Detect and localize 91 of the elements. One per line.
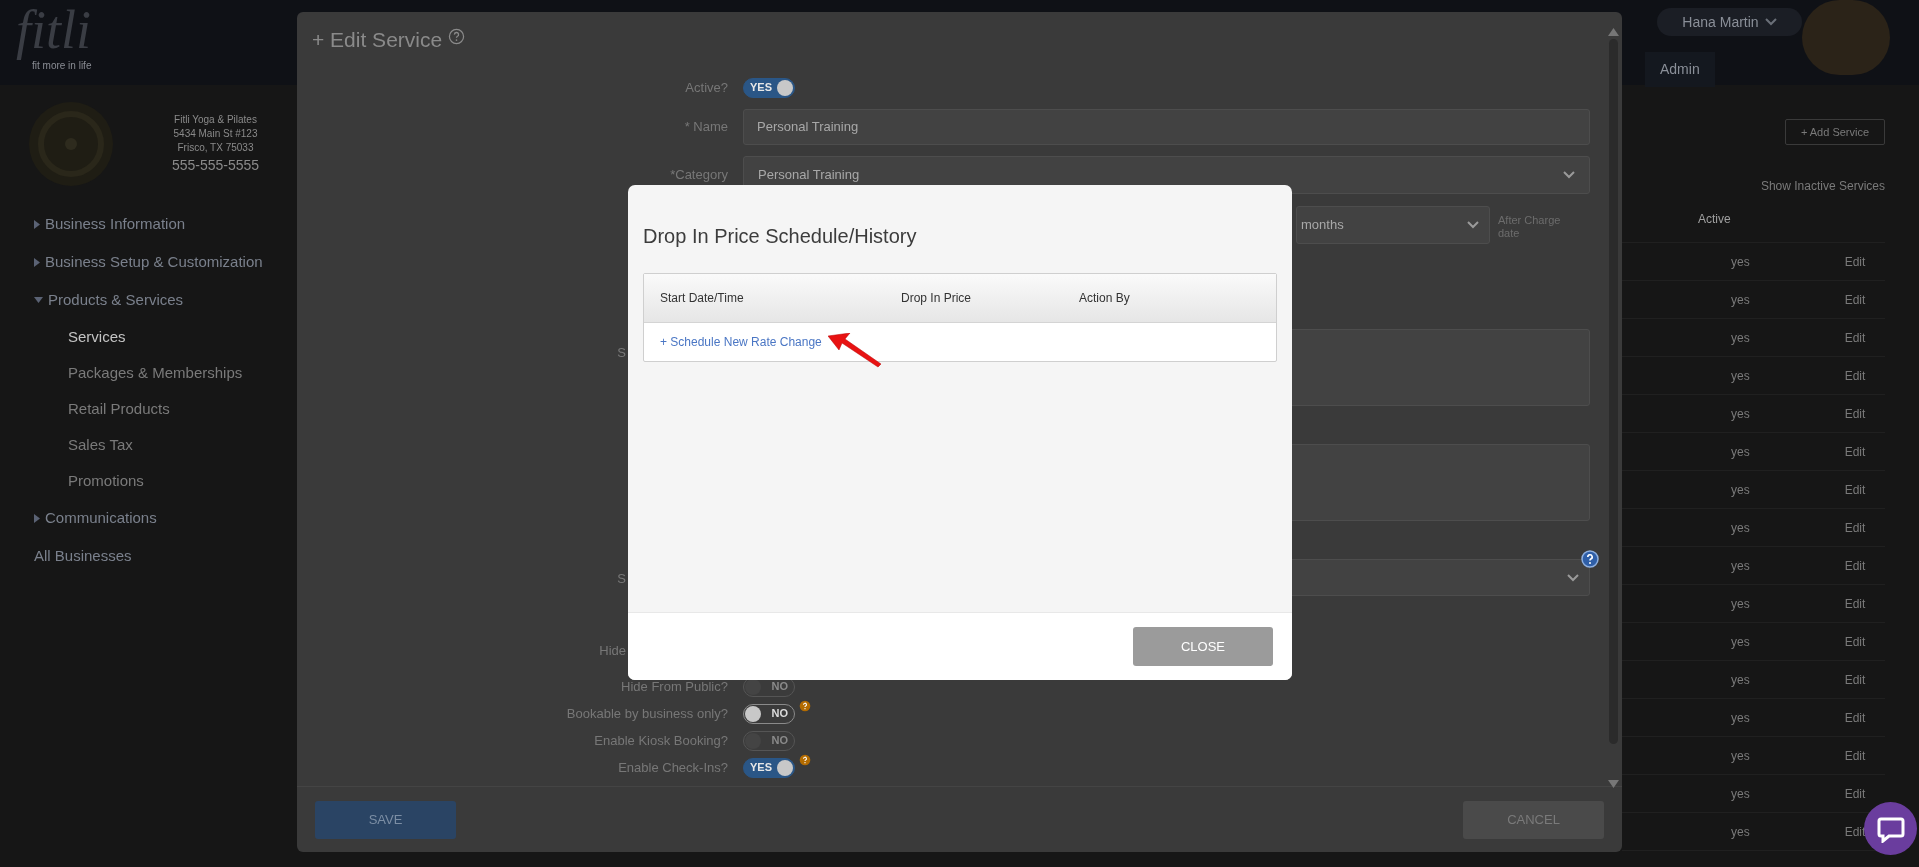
caret-right-icon [34,513,40,523]
schedule-rate-change-link[interactable]: + Schedule New Rate Change [660,333,822,351]
table-cell-text: yes [1731,785,1750,803]
edit-link[interactable]: Edit [1844,480,1866,499]
field-label: S [617,344,626,362]
field-label: Enable Kiosk Booking? [594,731,728,750]
dialog-title: + Edit Service [312,27,443,53]
table-cell-text: yes [1731,443,1750,461]
save-button[interactable]: SAVE [315,800,456,839]
table-cell-text: yes [1731,405,1750,423]
scrollbar[interactable] [1607,28,1620,788]
help-icon[interactable] [799,753,811,766]
table-cell-text: yes [1731,253,1750,271]
caret-down-icon [34,297,43,303]
column-header: Drop In Price [901,290,972,307]
business-address: 5434 Main St #123 [173,127,258,141]
scroll-up-icon[interactable] [1608,28,1619,36]
sidebar-item[interactable]: Communications [34,499,297,537]
field-label: Active? [685,78,728,97]
table-cell-text: yes [1731,329,1750,347]
sidebar-subitem[interactable]: Sales Tax [34,427,297,463]
sidebar-item[interactable]: Business Information [34,205,297,243]
chat-button[interactable] [1864,802,1917,855]
table-cell-text: yes [1731,519,1750,537]
table-cell-text: yes [1731,709,1750,727]
sidebar-subitem[interactable]: Promotions [34,463,297,499]
help-icon[interactable] [799,699,811,712]
field-label: S [617,570,626,588]
scroll-down-icon[interactable] [1608,780,1619,788]
arrow-icon [827,333,884,369]
field-label: Enable Check-Ins? [618,758,728,777]
edit-link[interactable]: Edit [1844,594,1866,613]
edit-link[interactable]: Edit [1844,746,1866,765]
edit-link[interactable]: Edit [1844,290,1866,309]
edit-link[interactable]: Edit [1844,708,1866,727]
table-cell-text: yes [1731,557,1750,575]
table-cell-text: yes [1731,633,1750,651]
edit-link[interactable]: Edit [1844,442,1866,461]
business-city: Frisco, TX 75033 [177,141,254,155]
admin-tab[interactable]: Admin [1645,52,1715,87]
period-select[interactable]: months [1296,206,1490,244]
edit-link[interactable]: Edit [1844,518,1866,537]
chevron-down-icon [1764,18,1777,26]
business-logo-icon [28,101,114,187]
field-label: Hide From Public? [621,677,728,696]
field-label: * Name [684,118,728,137]
name-input[interactable]: Personal Training [743,109,1590,145]
logo-tagline: fit more in life [31,60,92,73]
sidebar-subitem[interactable]: Packages & Memberships [34,355,297,391]
help-icon[interactable] [1581,550,1599,568]
chevron-down-icon [1567,573,1579,582]
edit-link[interactable]: Edit [1844,784,1866,803]
table-cell-text: yes [1731,595,1750,613]
table-cell-text: yes [1731,671,1750,689]
sidebar-item[interactable]: All Businesses [34,537,297,575]
table-cell-text: yes [1731,481,1750,499]
edit-link[interactable]: Edit [1844,822,1866,841]
column-header: Active [1698,210,1731,228]
user-menu[interactable]: Hana Martin [1657,8,1802,36]
add-service-button[interactable]: + Add Service [1785,119,1885,145]
sidebar-item[interactable]: Business Setup & Customization [34,243,297,281]
close-button[interactable]: CLOSE [1133,627,1273,666]
toggle-switch[interactable]: YES [743,77,795,98]
table-cell-text: yes [1731,291,1750,309]
column-header: Action By [1079,290,1130,307]
toggle-switch[interactable]: YES [743,757,795,778]
sidebar-subitem[interactable]: Services [34,319,297,355]
edit-link[interactable]: Edit [1844,632,1866,651]
edit-link[interactable]: Edit [1844,252,1866,271]
edit-link[interactable]: Edit [1844,328,1866,347]
business-name: Fitli Yoga & Pilates [174,113,257,127]
edit-link[interactable]: Edit [1844,556,1866,575]
column-header: Start Date/Time [660,290,744,307]
edit-link[interactable]: Edit [1844,404,1866,423]
chevron-down-icon [1563,171,1575,179]
toggle-switch[interactable]: NO [743,703,795,724]
sidebar-subitem[interactable]: Retail Products [34,391,297,427]
dialog-title: Drop In Price Schedule/History [643,225,917,247]
business-phone: 555-555-5555 [171,156,260,175]
chevron-down-icon [1467,221,1479,229]
edit-link[interactable]: Edit [1844,670,1866,689]
table-cell-text: yes [1731,367,1750,385]
field-label: Hide [599,642,626,661]
edit-link[interactable]: Edit [1844,366,1866,385]
table-cell-text: yes [1731,823,1750,841]
caret-right-icon [34,219,40,229]
table-cell-text: yes [1731,747,1750,765]
field-label: *Category [670,166,728,185]
caret-right-icon [34,257,40,267]
sidebar-item[interactable]: Products & Services [34,281,297,319]
field-label: Bookable by business only? [566,704,728,723]
